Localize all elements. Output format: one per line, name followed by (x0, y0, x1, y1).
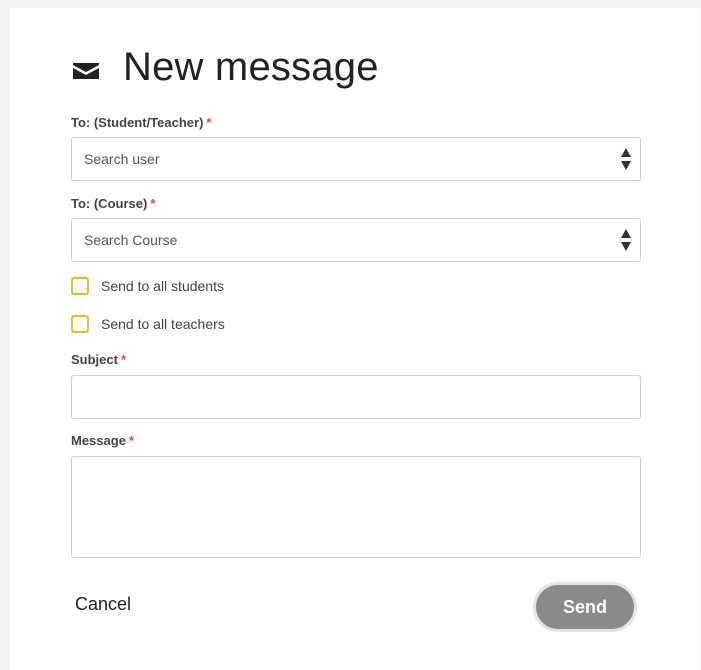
message-label: Message * (71, 433, 134, 448)
subject-input[interactable] (71, 375, 641, 419)
required-mark: * (150, 196, 156, 211)
to-course-label: To: (Course) * (71, 196, 155, 211)
select-arrows-icon (621, 229, 631, 251)
to-user-label-text: To: (Student/Teacher) (71, 115, 204, 130)
dialog-header: New message (71, 42, 379, 92)
select-arrows-icon (621, 148, 631, 170)
page-title: New message (123, 44, 379, 89)
subject-label-text: Subject (71, 352, 118, 367)
send-all-students-option[interactable]: Send to all students (71, 274, 224, 298)
message-textarea[interactable] (71, 456, 641, 558)
search-course-placeholder: Search Course (84, 232, 178, 248)
message-label-text: Message (71, 433, 126, 448)
send-all-students-checkbox[interactable] (71, 277, 89, 295)
required-mark: * (128, 433, 134, 448)
envelope-icon (73, 63, 99, 79)
search-course-select[interactable]: Search Course (71, 218, 641, 262)
send-button[interactable]: Send (533, 582, 637, 632)
new-message-dialog: New message To: (Student/Teacher) * Searc… (10, 8, 700, 670)
send-all-teachers-option[interactable]: Send to all teachers (71, 312, 225, 336)
search-user-placeholder: Search user (84, 151, 160, 167)
search-user-select[interactable]: Search user (71, 137, 641, 181)
subject-label: Subject * (71, 352, 126, 367)
to-user-label: To: (Student/Teacher) * (71, 115, 211, 130)
required-mark: * (120, 352, 127, 367)
cancel-button[interactable]: Cancel (75, 594, 131, 615)
send-all-students-label: Send to all students (101, 278, 224, 294)
required-mark: * (206, 115, 212, 130)
send-all-teachers-label: Send to all teachers (101, 316, 225, 332)
to-course-label-text: To: (Course) (71, 196, 148, 211)
send-all-teachers-checkbox[interactable] (71, 315, 89, 333)
